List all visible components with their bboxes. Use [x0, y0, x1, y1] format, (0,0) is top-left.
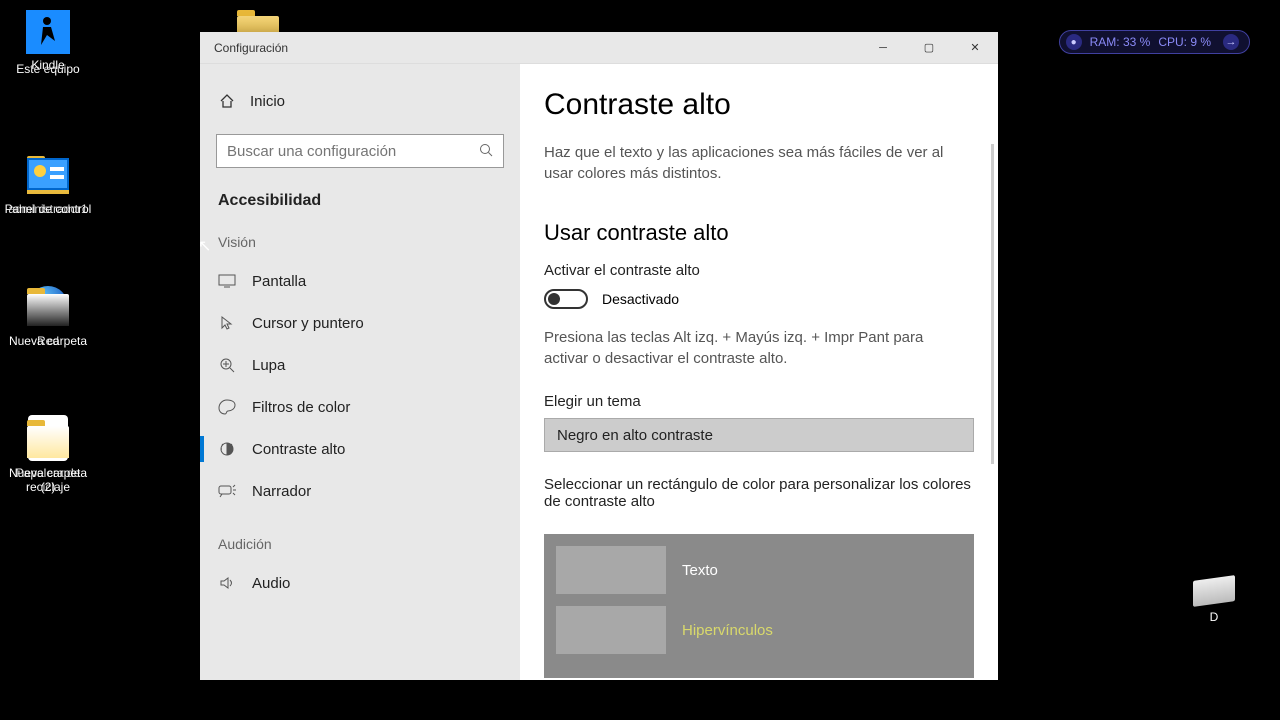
- magnifier-icon: [218, 356, 236, 374]
- mic-icon: ●: [1066, 34, 1082, 50]
- group-vision: Visión: [200, 234, 520, 250]
- maximize-button[interactable]: ▢: [906, 32, 952, 64]
- group-audio: Audición: [200, 536, 520, 552]
- search-box[interactable]: [216, 134, 504, 168]
- drive-icon: [1193, 575, 1235, 607]
- scrollbar[interactable]: [991, 144, 994, 464]
- color-row-texto[interactable]: Texto: [556, 546, 962, 594]
- color-preview-panel: Texto Hipervínculos: [544, 534, 974, 678]
- desktop-icon-newfolder1[interactable]: Nueva carpeta: [0, 282, 96, 348]
- desktop-icon-kindle[interactable]: Kindle: [0, 10, 96, 72]
- sidebar-item-filtros[interactable]: Filtros de color: [200, 386, 520, 428]
- desktop-icon-label: Kindle: [31, 58, 64, 72]
- desktop: Este equipo Kindle administrador1 Panel …: [0, 0, 200, 720]
- desktop-icon-label: Nueva carpeta (2): [0, 466, 96, 495]
- home-label: Inicio: [250, 93, 285, 110]
- sidebar-item-label: Narrador: [252, 483, 311, 500]
- section-heading: Accesibilidad: [200, 192, 520, 210]
- sidebar: Inicio Accesibilidad Visión Pantalla Cur…: [200, 64, 520, 680]
- sidebar-item-label: Audio: [252, 575, 290, 592]
- toggle-label: Activar el contraste alto: [544, 262, 986, 279]
- sidebar-item-lupa[interactable]: Lupa: [200, 344, 520, 386]
- minimize-button[interactable]: ─: [860, 32, 906, 64]
- sidebar-item-label: Cursor y puntero: [252, 315, 364, 332]
- color-swatch: [556, 546, 666, 594]
- page-title: Contraste alto: [544, 88, 986, 122]
- taskbar[interactable]: [0, 696, 1280, 720]
- section-use-title: Usar contraste alto: [544, 220, 986, 246]
- arrow-right-icon[interactable]: →: [1223, 34, 1239, 50]
- search-input[interactable]: [227, 143, 479, 160]
- drive-label: D: [1210, 610, 1219, 624]
- settings-window: Configuración ─ ▢ ✕ Inicio Accesibilidad…: [200, 32, 998, 680]
- folder-icon: [24, 282, 72, 330]
- close-button[interactable]: ✕: [952, 32, 998, 64]
- desktop-icon-newfolder2[interactable]: Nueva carpeta (2): [0, 414, 96, 495]
- sidebar-item-label: Filtros de color: [252, 399, 350, 416]
- narrator-icon: [218, 482, 236, 500]
- sidebar-item-cursor[interactable]: Cursor y puntero: [200, 302, 520, 344]
- sidebar-item-pantalla[interactable]: Pantalla: [200, 260, 520, 302]
- toggle-state: Desactivado: [602, 291, 679, 307]
- system-stats-widget[interactable]: ● RAM: 33 % CPU: 9 % →: [1059, 30, 1250, 54]
- color-label: Texto: [682, 562, 718, 579]
- desktop-icon-drive-d[interactable]: D: [1184, 578, 1244, 624]
- control-panel-icon: [24, 150, 72, 198]
- kindle-icon: [26, 10, 70, 54]
- display-icon: [218, 272, 236, 290]
- color-row-hipervinculos[interactable]: Hipervínculos: [556, 606, 962, 654]
- folder-icon: [24, 414, 72, 462]
- sidebar-item-label: Pantalla: [252, 273, 306, 290]
- window-title: Configuración: [200, 41, 860, 55]
- sidebar-item-audio[interactable]: Audio: [200, 562, 520, 604]
- sidebar-item-narrador[interactable]: Narrador: [200, 470, 520, 512]
- high-contrast-toggle[interactable]: [544, 289, 588, 309]
- customize-label: Seleccionar un rectángulo de color para …: [544, 476, 974, 510]
- audio-icon: [218, 574, 236, 592]
- color-swatch: [556, 606, 666, 654]
- content-panel: Contraste alto Haz que el texto y las ap…: [520, 64, 998, 680]
- titlebar[interactable]: Configuración ─ ▢ ✕: [200, 32, 998, 64]
- page-description: Haz que el texto y las aplicaciones sea …: [544, 142, 964, 184]
- desktop-icon-controlpanel[interactable]: Panel de control: [0, 150, 96, 216]
- sidebar-item-label: Lupa: [252, 357, 285, 374]
- ram-stat: RAM: 33 %: [1090, 35, 1151, 49]
- sidebar-item-label: Contraste alto: [252, 441, 345, 458]
- desktop-icon-label: Nueva carpeta: [9, 334, 87, 348]
- color-label: Hipervínculos: [682, 622, 773, 639]
- cpu-stat: CPU: 9 %: [1158, 35, 1211, 49]
- cursor-icon: [218, 314, 236, 332]
- palette-icon: [218, 398, 236, 416]
- theme-dropdown[interactable]: Negro en alto contraste: [544, 418, 974, 452]
- desktop-icon-label: Panel de control: [5, 202, 92, 216]
- shortcut-hint: Presiona las teclas Alt izq. + Mayús izq…: [544, 327, 964, 369]
- theme-label: Elegir un tema: [544, 393, 986, 410]
- home-icon: [218, 92, 236, 110]
- home-link[interactable]: Inicio: [200, 84, 520, 118]
- sidebar-item-contraste[interactable]: Contraste alto: [200, 428, 520, 470]
- dropdown-selected: Negro en alto contraste: [557, 427, 713, 444]
- contrast-icon: [218, 440, 236, 458]
- search-icon: [479, 143, 493, 160]
